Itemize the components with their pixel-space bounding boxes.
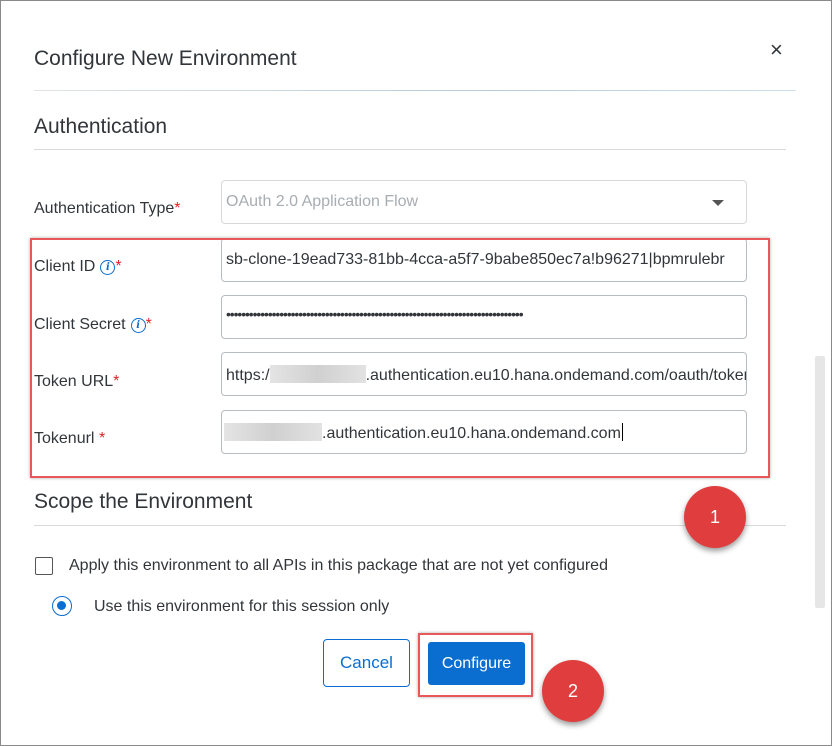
cancel-button[interactable]: Cancel (323, 639, 410, 687)
required-mark: * (174, 200, 181, 217)
authentication-type-value: OAuth 2.0 Application Flow (226, 193, 419, 210)
title-divider (34, 90, 796, 91)
configure-environment-dialog: Configure New Environment × Authenticati… (0, 0, 832, 746)
session-only-label: Use this environment for this session on… (94, 598, 390, 615)
radio-selected-dot (57, 601, 66, 610)
annotation-highlight-box (30, 238, 770, 478)
authentication-type-select[interactable]: OAuth 2.0 Application Flow (221, 180, 747, 224)
apply-all-label: Apply this environment to all APIs in th… (69, 557, 608, 574)
authentication-type-label-text: Authentication Type (34, 200, 175, 217)
annotation-badge-1: 1 (684, 486, 746, 548)
annotation-badge-2: 2 (542, 660, 604, 722)
scope-divider (34, 525, 786, 526)
authentication-divider (34, 149, 786, 150)
dialog-title: Configure New Environment (34, 47, 297, 70)
authentication-heading: Authentication (34, 115, 168, 138)
close-icon[interactable]: × (770, 37, 783, 63)
session-only-radio[interactable] (52, 596, 72, 616)
configure-button[interactable]: Configure (428, 642, 525, 685)
apply-all-checkbox[interactable] (35, 557, 53, 575)
authentication-type-label: Authentication Type* (34, 200, 180, 218)
scrollbar[interactable] (815, 356, 825, 608)
chevron-down-icon[interactable] (712, 200, 724, 206)
scope-heading: Scope the Environment (34, 490, 253, 513)
